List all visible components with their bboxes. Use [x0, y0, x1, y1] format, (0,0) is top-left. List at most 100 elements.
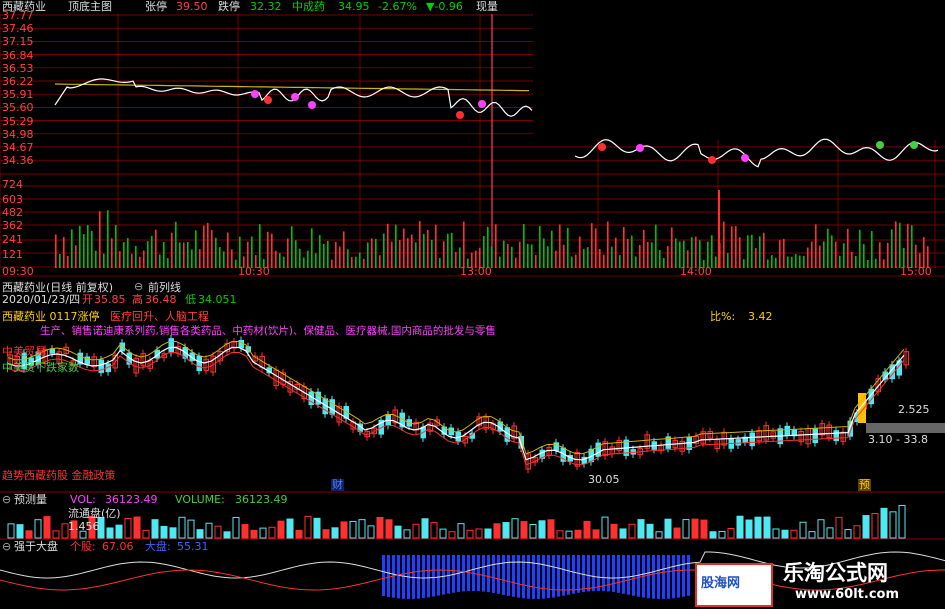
daily-ma-red	[7, 351, 905, 466]
daily-volume-bar	[286, 518, 294, 539]
daily-volume-bar	[232, 516, 240, 539]
daily-volume-bar	[862, 515, 870, 539]
intraday-volume-bar	[235, 259, 237, 268]
daily-volume-bar	[511, 518, 519, 539]
strength-bar	[417, 555, 420, 599]
intraday-volume-bar	[575, 254, 577, 268]
daily-volume-bar	[106, 527, 114, 539]
strength-bar	[647, 555, 650, 599]
signal-marker	[478, 100, 486, 108]
daily-volume-bar	[394, 525, 402, 539]
intraday-volume-bar	[631, 235, 633, 268]
intraday-volume-bar	[923, 237, 925, 268]
strength-bar	[447, 555, 450, 594]
strength-bar	[397, 555, 400, 599]
intraday-volume-bar	[543, 238, 545, 268]
intraday-volume-bar	[279, 253, 281, 268]
strength-bar	[677, 555, 680, 598]
intraday-volume-bar	[155, 229, 157, 268]
intraday-volume-bar	[907, 223, 909, 268]
intraday-volume-bar	[159, 254, 161, 268]
intraday-volume-bar	[779, 240, 781, 268]
left-tag-2: 中美贸下跌家数	[2, 361, 79, 374]
daily-volume-bar	[16, 524, 24, 539]
strength-bar	[657, 555, 660, 599]
daily-volume-bar	[583, 520, 591, 539]
axis-tick-label: 36.22	[2, 75, 34, 88]
daily-volume-bar	[673, 527, 681, 539]
marker-yu[interactable]: 预	[858, 479, 871, 491]
axis-tick-label: 36.84	[2, 48, 34, 62]
intraday-volume-bar	[647, 242, 649, 268]
intraday-volume-bar	[551, 230, 553, 268]
strength-bar	[422, 555, 425, 599]
bottom-tag: 趋势西藏药股 金融政策	[2, 469, 116, 482]
strength-bar	[382, 555, 385, 596]
high-label: 高	[132, 293, 143, 306]
axis-tick-label: 362	[2, 219, 23, 232]
strength-bar	[527, 555, 530, 599]
intraday-volume-bar	[519, 241, 521, 268]
intraday-volume-bar	[651, 242, 653, 268]
intraday-volume-bar	[111, 238, 113, 268]
strength-bar	[572, 555, 575, 594]
daily-volume-bar	[466, 529, 474, 539]
marker-cai[interactable]: 财	[331, 479, 344, 491]
intraday-volume-bar	[231, 249, 233, 268]
intraday-volume-bar	[899, 222, 901, 268]
intraday-volume-bar	[419, 221, 421, 268]
strength-bar	[387, 555, 390, 597]
daily-volume-bar	[178, 516, 186, 539]
low-label: 低	[185, 293, 196, 306]
intraday-volume-bar	[387, 223, 389, 268]
strength-bar	[592, 555, 595, 592]
intraday-volume-bar	[811, 241, 813, 268]
intraday-volume-bar	[371, 238, 373, 268]
intraday-volume-bar	[99, 211, 101, 268]
intraday-volume-bar	[211, 230, 213, 268]
vol-panel-title[interactable]: 预测量	[14, 494, 47, 506]
blank-area	[533, 14, 945, 140]
intraday-volume-bar	[367, 242, 369, 268]
daily-volume-bar	[223, 531, 231, 539]
strength-bar	[482, 555, 485, 592]
intraday-volume-bar	[595, 228, 597, 268]
intraday-volume-bar	[691, 237, 693, 268]
intraday-volume-bar	[759, 236, 761, 268]
intraday-volume-bar	[727, 253, 729, 268]
intraday-volume-bar	[447, 233, 449, 268]
intraday-volume-bar	[659, 250, 661, 268]
intraday-volume-bar	[331, 259, 333, 268]
intraday-volume-bar	[347, 249, 349, 268]
intraday-volume-bar	[179, 242, 181, 268]
intraday-volume-bar	[695, 236, 697, 268]
intraday-volume-bar	[787, 256, 789, 268]
signal-marker	[264, 96, 272, 104]
intraday-volume-bar	[259, 224, 261, 268]
intraday-volume-bar	[75, 245, 77, 268]
intraday-volume-bar	[611, 246, 613, 268]
intraday-volume-bar	[883, 259, 885, 268]
intraday-volume-bar	[579, 236, 581, 268]
daily-volume-bar	[754, 516, 762, 539]
signal-marker	[291, 93, 299, 101]
intraday-volume-bar	[239, 236, 241, 268]
intraday-volume-bar	[343, 231, 345, 268]
intraday-volume-bar	[67, 255, 69, 268]
intraday-volume-bar	[623, 226, 625, 268]
daily-volume-bar	[259, 527, 267, 539]
daily-volume-bar	[493, 523, 501, 539]
strength-bar	[497, 555, 500, 594]
daily-volume-bar	[367, 525, 375, 539]
daily-volume-bar	[169, 527, 177, 539]
intraday-volume-bar	[363, 258, 365, 268]
daily-volume-bar	[331, 527, 339, 539]
intraday-volume-bar	[451, 232, 453, 268]
daily-volume-bar	[349, 520, 357, 539]
strength-title[interactable]: 强于大盘	[14, 541, 58, 553]
daily-volume-bar	[160, 525, 168, 539]
strength-bar	[437, 555, 440, 596]
daily-volume-bar	[358, 519, 366, 539]
intraday-volume-bar	[627, 238, 629, 268]
intraday-volume-bar	[123, 242, 125, 268]
